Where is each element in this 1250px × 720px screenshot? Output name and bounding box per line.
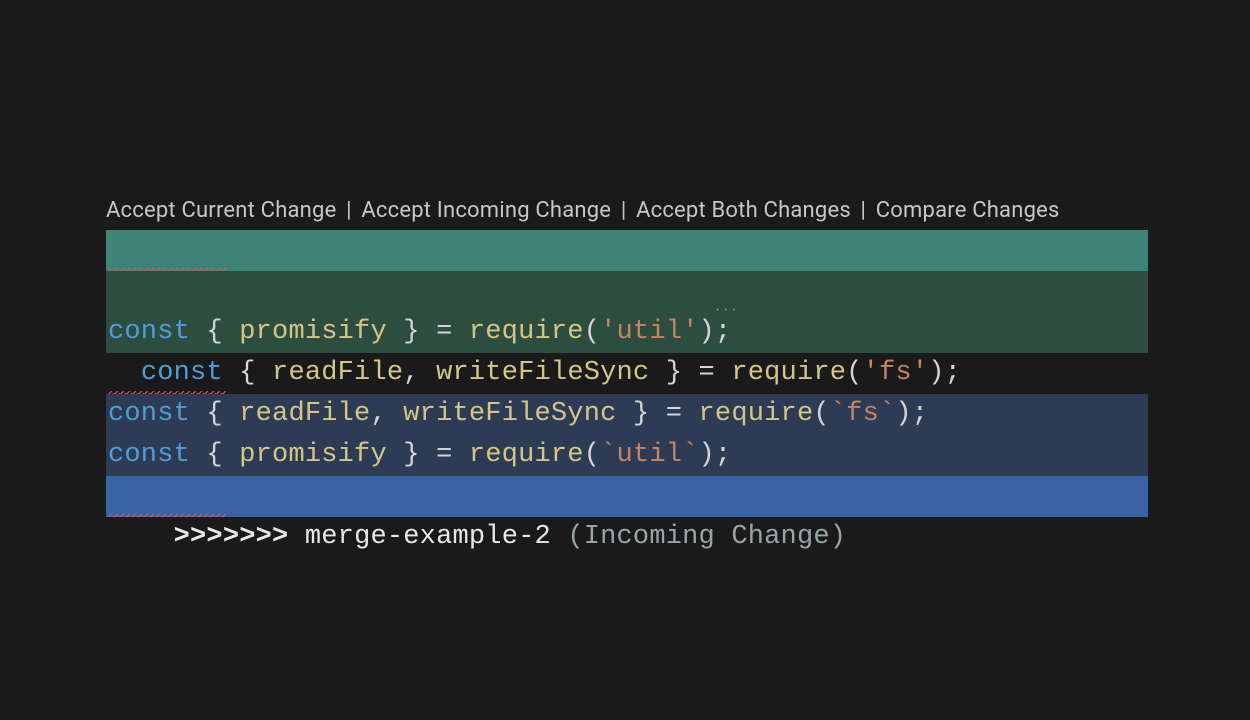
code-token: const [108, 440, 190, 470]
code-token: require [469, 317, 584, 347]
conflict-incoming-line[interactable]: const { readFile, writeFileSync } = requ… [106, 394, 1148, 435]
code-token: promisify [239, 317, 387, 347]
code-token: 'util' [600, 317, 698, 347]
codelens-separator: | [851, 198, 876, 223]
code-token: { [190, 440, 239, 470]
conflict-separator-line[interactable]: ======= [106, 353, 1148, 394]
conflict-current-line[interactable]: const { promisify } = require('util'); [106, 312, 1148, 353]
code-token: const [108, 317, 190, 347]
merge-conflict-codelens: Accept Current Change | Accept Incoming … [106, 198, 1148, 230]
code-token: require [699, 399, 814, 429]
codelens-separator: | [611, 198, 636, 223]
conflict-current-header-line[interactable]: <<<<<<< HEAD (Current Change) [106, 230, 1148, 271]
compare-changes-link[interactable]: Compare Changes [876, 198, 1060, 223]
error-squiggle [108, 514, 226, 517]
code-token: `fs` [830, 399, 896, 429]
code-token: const [108, 399, 190, 429]
code-token: ); [895, 399, 928, 429]
accept-current-change-link[interactable]: Accept Current Change [106, 198, 336, 223]
merge-conflict-editor[interactable]: Accept Current Change | Accept Incoming … [106, 198, 1148, 517]
conflict-incoming-line[interactable]: const { promisify } = require(`util`); [106, 435, 1148, 476]
conflict-incoming-header-line[interactable]: >>>>>>> merge-example-2 (Incoming Change… [106, 476, 1148, 517]
code-token: ); [699, 317, 732, 347]
code-token: } = [387, 317, 469, 347]
code-token: readFile [239, 399, 370, 429]
code-token: } = [617, 399, 699, 429]
code-token: } = [387, 440, 469, 470]
code-token: ); [699, 440, 732, 470]
code-token: { [190, 399, 239, 429]
code-token: { [190, 317, 239, 347]
codelens-separator: | [336, 198, 361, 223]
code-token: ( [813, 399, 829, 429]
conflict-incoming-annotation: (Incoming Change) [567, 522, 846, 552]
code-token: writeFileSync [403, 399, 616, 429]
conflict-current-line[interactable]: ··· const { readFile, writeFileSync } = … [106, 271, 1148, 312]
code-token: ( [584, 440, 600, 470]
code-token: , [370, 399, 403, 429]
conflict-end-marker: >>>>>>> [174, 522, 289, 552]
code-token: ( [584, 317, 600, 347]
code-token: require [469, 440, 584, 470]
conflict-incoming-ref: merge-example-2 [305, 522, 551, 552]
accept-both-changes-link[interactable]: Accept Both Changes [636, 198, 851, 223]
code-token: promisify [239, 440, 387, 470]
code-token: `util` [600, 440, 698, 470]
accept-incoming-change-link[interactable]: Accept Incoming Change [361, 198, 611, 223]
